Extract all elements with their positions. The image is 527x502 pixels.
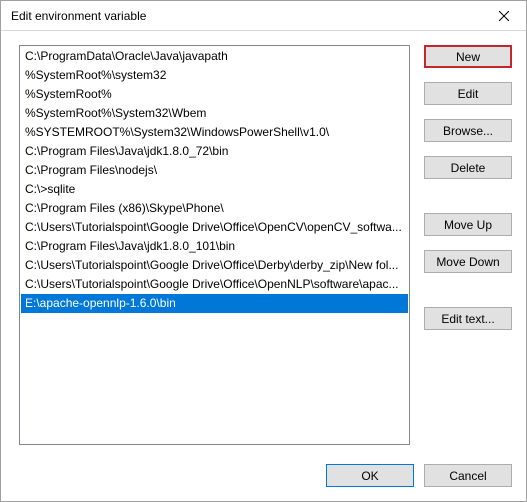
title-bar: Edit environment variable (1, 1, 526, 31)
list-item[interactable]: C:\Users\Tutorialspoint\Google Drive\Off… (21, 218, 408, 237)
list-item[interactable]: C:\Users\Tutorialspoint\Google Drive\Off… (21, 275, 408, 294)
list-item[interactable]: C:\>sqlite (21, 180, 408, 199)
list-item[interactable]: C:\Program Files\Java\jdk1.8.0_101\bin (21, 237, 408, 256)
move-up-button[interactable]: Move Up (424, 213, 512, 236)
ok-button[interactable]: OK (326, 464, 414, 487)
list-item[interactable]: C:\Program Files\nodejs\ (21, 161, 408, 180)
dialog-content: C:\ProgramData\Oracle\Java\javapath%Syst… (1, 31, 526, 452)
close-icon (499, 11, 509, 21)
cancel-button[interactable]: Cancel (424, 464, 512, 487)
path-listbox[interactable]: C:\ProgramData\Oracle\Java\javapath%Syst… (19, 45, 410, 445)
move-down-button[interactable]: Move Down (424, 250, 512, 273)
close-button[interactable] (481, 1, 526, 30)
edit-button[interactable]: Edit (424, 82, 512, 105)
delete-button[interactable]: Delete (424, 156, 512, 179)
edit-text-button[interactable]: Edit text... (424, 307, 512, 330)
list-item[interactable]: E:\apache-opennlp-1.6.0\bin (21, 294, 408, 313)
list-item[interactable]: C:\Program Files (x86)\Skype\Phone\ (21, 199, 408, 218)
list-item[interactable]: %SYSTEMROOT%\System32\WindowsPowerShell\… (21, 123, 408, 142)
list-item[interactable]: C:\ProgramData\Oracle\Java\javapath (21, 47, 408, 66)
list-item[interactable]: %SystemRoot%\System32\Wbem (21, 104, 408, 123)
list-item[interactable]: C:\Program Files\Java\jdk1.8.0_72\bin (21, 142, 408, 161)
window-title: Edit environment variable (11, 9, 481, 23)
side-button-panel: New Edit Browse... Delete Move Up Move D… (424, 45, 512, 452)
new-button[interactable]: New (424, 45, 512, 68)
list-item[interactable]: C:\Users\Tutorialspoint\Google Drive\Off… (21, 256, 408, 275)
browse-button[interactable]: Browse... (424, 119, 512, 142)
list-item[interactable]: %SystemRoot%\system32 (21, 66, 408, 85)
list-item[interactable]: %SystemRoot% (21, 85, 408, 104)
dialog-footer: OK Cancel (1, 452, 526, 501)
dialog-window: Edit environment variable C:\ProgramData… (0, 0, 527, 502)
